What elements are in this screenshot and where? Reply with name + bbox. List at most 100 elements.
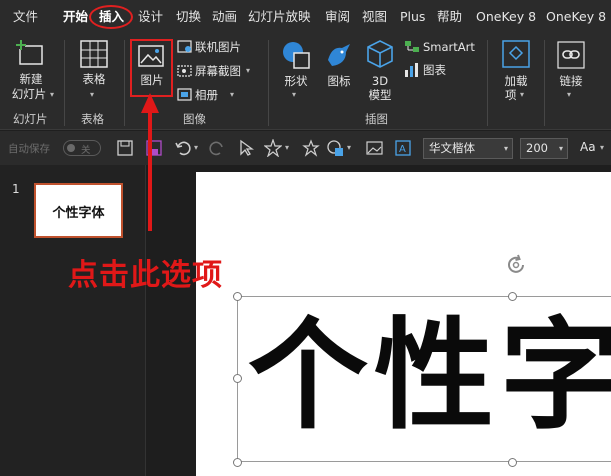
redo-icon[interactable] bbox=[208, 139, 226, 157]
smartart-icon bbox=[405, 41, 419, 52]
slide-thumbnail[interactable]: 个性字体 bbox=[34, 183, 123, 238]
group-label-images: 图像 bbox=[183, 112, 206, 126]
slide-number: 1 bbox=[12, 182, 20, 196]
addins-icon bbox=[502, 40, 530, 68]
tab-home[interactable]: 开始 bbox=[63, 8, 88, 26]
table-label: 表格 bbox=[82, 72, 106, 86]
chevron-down-icon[interactable]: ▾ bbox=[347, 143, 351, 152]
screenshot-icon bbox=[177, 65, 192, 77]
new-slide-icon bbox=[16, 40, 43, 65]
chevron-down-icon: ▾ bbox=[567, 90, 572, 99]
icons-bird-icon bbox=[328, 44, 350, 66]
group-divider bbox=[124, 40, 125, 126]
autosave-label: 自动保存 bbox=[8, 143, 50, 155]
tab-help[interactable]: 帮助 bbox=[437, 8, 462, 26]
insert-tab-annotation-circle bbox=[89, 5, 133, 29]
chevron-down-icon: ▾ bbox=[558, 144, 563, 153]
tab-plus[interactable]: Plus bbox=[400, 8, 425, 26]
textbox-icon[interactable]: A bbox=[394, 139, 412, 157]
cursor-icon[interactable] bbox=[237, 139, 255, 157]
font-size-value: 200 bbox=[526, 141, 548, 155]
star-icon[interactable] bbox=[264, 139, 282, 157]
picture-annotation-box bbox=[130, 39, 173, 97]
font-name-select[interactable]: 华文楷体 ▾ bbox=[423, 138, 513, 159]
cube-3d-icon bbox=[367, 40, 393, 68]
tab-slideshow[interactable]: 幻灯片放映 bbox=[248, 8, 311, 26]
tab-onekey-2[interactable]: OneKey 8 bbox=[546, 8, 606, 26]
toggle-knob bbox=[67, 144, 75, 152]
tab-animations[interactable]: 动画 bbox=[212, 8, 237, 26]
ribbon: 新建 幻灯片 ▾ 幻灯片 表格 ▾ 表格 图片 联机图片 屏幕截图 ▾ 相册 ▾… bbox=[0, 34, 611, 130]
online-picture-label: 联机图片 bbox=[195, 40, 241, 54]
change-case-button[interactable]: Aa bbox=[580, 140, 596, 154]
picture-small-icon[interactable] bbox=[366, 139, 384, 157]
menu-bar: 文件 开始 插入 设计 切换 动画 幻灯片放映 审阅 视图 Plus 帮助 On… bbox=[0, 0, 611, 34]
group-divider bbox=[544, 40, 545, 126]
resize-handle[interactable] bbox=[233, 292, 242, 301]
chevron-down-icon: ▾ bbox=[246, 66, 251, 75]
tab-review[interactable]: 审阅 bbox=[325, 8, 350, 26]
icons-label: 图标 bbox=[327, 74, 351, 88]
chevron-down-icon[interactable]: ▾ bbox=[600, 143, 604, 152]
tab-onekey-1[interactable]: OneKey 8 bbox=[476, 8, 536, 26]
quick-access-toolbar: 自动保存 关 ▾ ▾ ▾ A 华文楷体 ▾ 200 ▾ Aa ▾ bbox=[0, 131, 611, 165]
addins-label-2: 项 bbox=[505, 88, 517, 102]
chevron-down-icon: ▾ bbox=[90, 90, 95, 99]
annotation-arrow-icon bbox=[141, 93, 159, 231]
font-size-select[interactable]: 200 ▾ bbox=[520, 138, 568, 159]
svg-text:A: A bbox=[399, 144, 406, 155]
online-picture-icon bbox=[177, 40, 192, 53]
thumbnail-text: 个性字体 bbox=[52, 206, 105, 221]
chevron-down-icon: ▾ bbox=[520, 90, 525, 99]
chevron-down-icon: ▾ bbox=[50, 90, 55, 99]
shape-fill-icon[interactable] bbox=[326, 139, 344, 157]
save-icon[interactable] bbox=[116, 139, 134, 157]
undo-icon[interactable] bbox=[174, 139, 192, 157]
link-icon bbox=[557, 41, 585, 69]
addins-label-1: 加载 bbox=[504, 74, 528, 88]
slide-canvas[interactable]: 个性字 bbox=[196, 172, 611, 476]
resize-handle[interactable] bbox=[508, 458, 517, 467]
tab-design[interactable]: 设计 bbox=[138, 8, 163, 26]
resize-handle[interactable] bbox=[233, 374, 242, 383]
tab-view[interactable]: 视图 bbox=[362, 8, 387, 26]
font-name-value: 华文楷体 bbox=[429, 141, 475, 155]
new-slide-label-1: 新建 bbox=[19, 72, 43, 86]
3d-label-2: 模型 bbox=[368, 88, 392, 102]
album-label: 相册 bbox=[195, 88, 218, 102]
star-outline-icon[interactable] bbox=[302, 139, 320, 157]
annotation-text: 点击此选项 bbox=[68, 258, 223, 293]
tab-file[interactable]: 文件 bbox=[13, 8, 38, 26]
chevron-down-icon[interactable]: ▾ bbox=[194, 143, 198, 152]
album-icon bbox=[177, 88, 192, 101]
autosave-state: 关 bbox=[81, 145, 91, 156]
resize-handle[interactable] bbox=[233, 458, 242, 467]
link-label: 链接 bbox=[559, 74, 583, 88]
chevron-down-icon: ▾ bbox=[230, 90, 235, 99]
screenshot-label: 屏幕截图 bbox=[195, 64, 241, 78]
autosave-toggle[interactable]: 关 bbox=[63, 140, 101, 156]
shapes-label: 形状 bbox=[284, 74, 308, 88]
chevron-down-icon[interactable]: ▾ bbox=[285, 143, 289, 152]
smartart-label: SmartArt bbox=[423, 40, 475, 54]
chevron-down-icon: ▾ bbox=[292, 90, 297, 99]
rotate-handle-icon[interactable] bbox=[504, 253, 528, 277]
group-label-illustrations: 插图 bbox=[365, 112, 388, 126]
tab-transitions[interactable]: 切换 bbox=[176, 8, 201, 26]
group-divider bbox=[487, 40, 488, 126]
slide-thumbnail-pane: 1 个性字体 bbox=[0, 165, 146, 476]
new-slide-label-2: 幻灯片 bbox=[11, 87, 47, 101]
slide-title-text[interactable]: 个性字 bbox=[248, 306, 611, 446]
group-divider bbox=[268, 40, 269, 126]
group-label-slides: 幻灯片 bbox=[13, 112, 48, 126]
chevron-down-icon: ▾ bbox=[503, 144, 508, 153]
group-divider bbox=[64, 40, 65, 126]
shapes-icon bbox=[283, 42, 310, 69]
resize-handle[interactable] bbox=[508, 292, 517, 301]
chart-label: 图表 bbox=[423, 63, 446, 77]
workspace: 1 个性字体 个性字 bbox=[0, 165, 611, 476]
group-label-tables: 表格 bbox=[81, 112, 104, 126]
chart-icon bbox=[405, 63, 418, 77]
3d-label-1: 3D bbox=[371, 74, 389, 88]
table-grid-icon bbox=[80, 40, 108, 68]
